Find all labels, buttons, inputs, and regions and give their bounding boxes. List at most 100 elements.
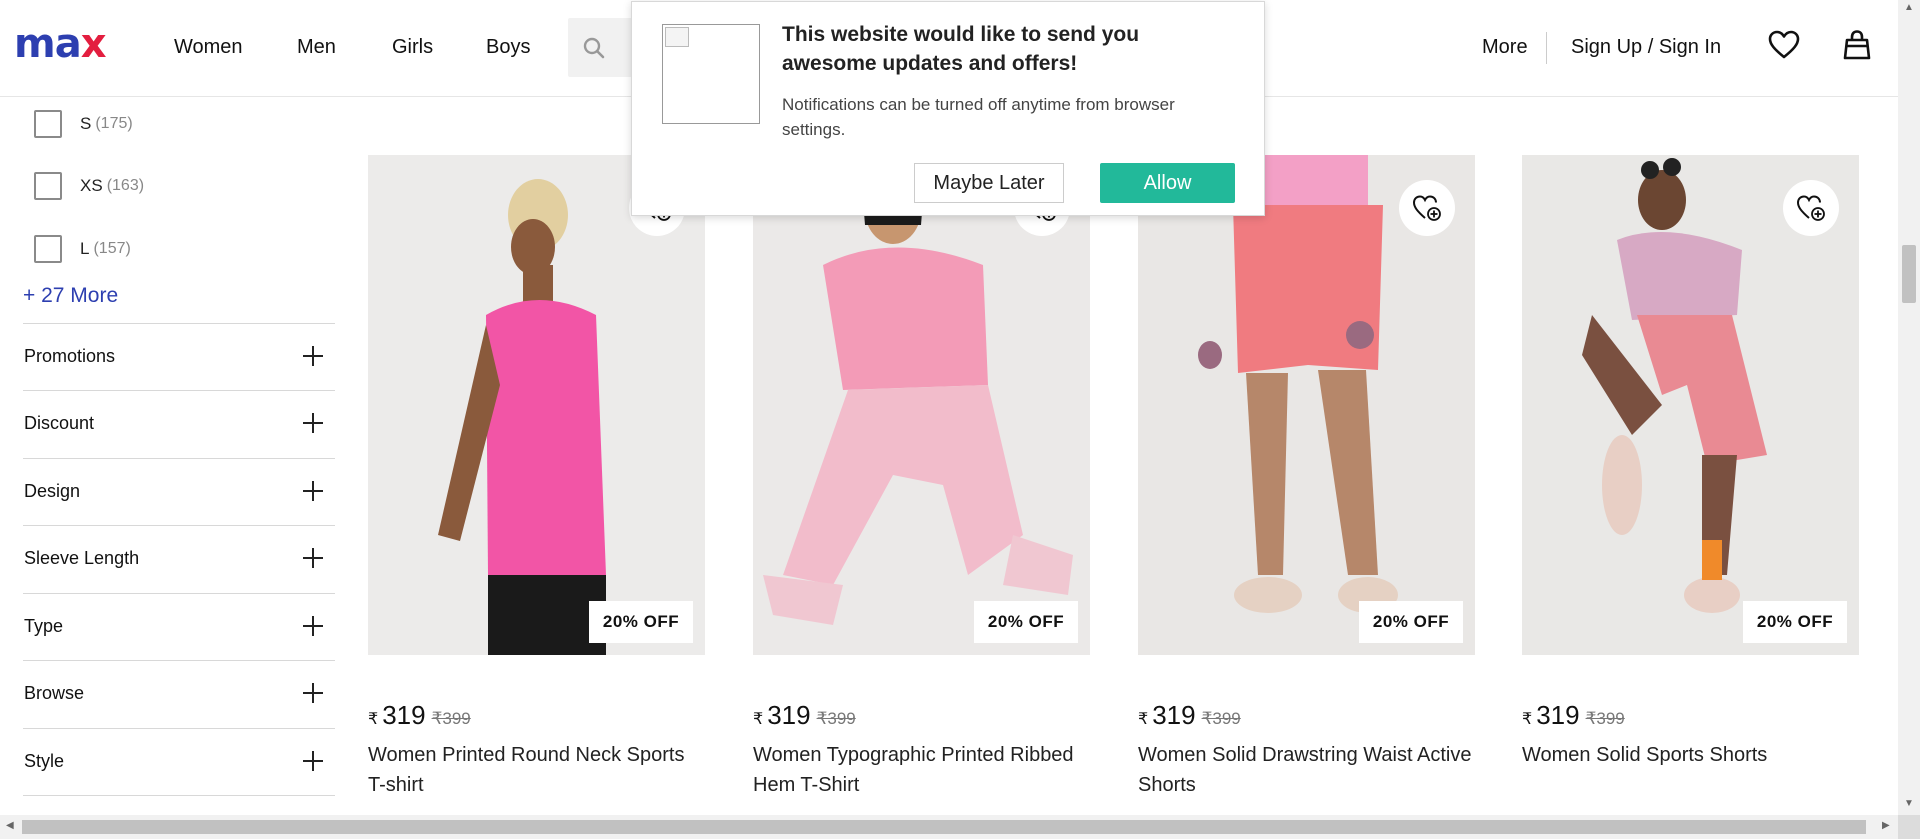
plus-icon[interactable] — [303, 683, 323, 703]
size-label: S — [80, 114, 92, 133]
filter-label: Sleeve Length — [24, 548, 140, 568]
filter-discount[interactable]: Discount — [23, 390, 335, 457]
price: ₹ 319 ₹399 — [368, 700, 471, 731]
filter-label: Type — [24, 616, 64, 636]
filter-label: Style — [24, 751, 65, 771]
plus-icon[interactable] — [303, 346, 323, 366]
vertical-scrollbar[interactable]: ▲ ▼ — [1898, 0, 1920, 815]
horizontal-scrollbar[interactable]: ◀ ▶ — [0, 815, 1898, 839]
broken-image-icon — [662, 24, 760, 124]
product-image[interactable]: 20% OFF — [368, 155, 705, 655]
bag-icon[interactable] — [1843, 29, 1871, 66]
more-menu[interactable]: More — [1482, 36, 1528, 59]
filter-sleeve-length[interactable]: Sleeve Length — [23, 525, 335, 592]
heart-plus-icon — [1796, 195, 1825, 221]
heart-icon[interactable] — [1768, 30, 1800, 65]
allow-button[interactable]: Allow — [1100, 163, 1235, 203]
signin-link[interactable]: Sign Up / Sign In — [1571, 36, 1721, 59]
product-name[interactable]: Women Typographic Printed Ribbed Hem T-S… — [753, 740, 1090, 800]
filter-style[interactable]: Style — [23, 728, 335, 795]
header-divider — [1546, 32, 1547, 64]
sale-price: 319 — [1152, 700, 1196, 730]
popup-title: This website would like to send you awes… — [782, 23, 1140, 75]
plus-icon[interactable] — [303, 616, 323, 636]
product-name[interactable]: Women Solid Sports Shorts — [1522, 740, 1859, 770]
sale-price: 319 — [767, 700, 811, 730]
filter-browse[interactable]: Browse — [23, 660, 335, 727]
filter-design[interactable]: Design — [23, 458, 335, 525]
size-filter-l[interactable]: L (157) — [34, 234, 131, 264]
product-name[interactable]: Women Printed Round Neck Sports T-shirt — [368, 740, 705, 800]
search-icon — [583, 37, 605, 59]
nav-boys[interactable]: Boys — [486, 36, 530, 59]
currency-symbol: ₹ — [1138, 711, 1149, 728]
nav-girls[interactable]: Girls — [392, 36, 433, 59]
checkbox[interactable] — [34, 110, 62, 138]
product-card[interactable]: 20% OFF ₹ 319 ₹399 Women Printed Round N… — [368, 155, 705, 796]
product-card[interactable]: 20% OFF ₹ 319 ₹399 Women Solid Drawstrin… — [1138, 155, 1475, 796]
horizontal-scroll-thumb[interactable] — [22, 820, 1866, 834]
product-name[interactable]: Women Solid Drawstring Waist Active Shor… — [1138, 740, 1475, 800]
product-image[interactable]: 20% OFF — [753, 155, 1090, 655]
product-card[interactable]: 20% OFF ₹ 319 ₹399 Women Typographic Pri… — [753, 155, 1090, 796]
plus-icon[interactable] — [303, 751, 323, 771]
max-logo[interactable]: max — [14, 24, 106, 64]
currency-symbol: ₹ — [1522, 711, 1533, 728]
size-label: L — [80, 239, 90, 258]
discount-badge: 20% OFF — [1743, 601, 1847, 643]
size-label: XS — [80, 176, 103, 195]
sale-price: 319 — [1536, 700, 1580, 730]
filter-label: Browse — [24, 683, 85, 703]
logo-letter-a: a — [54, 21, 82, 67]
filter-label: Promotions — [24, 346, 116, 366]
scroll-down-arrow-icon[interactable]: ▼ — [1904, 798, 1914, 809]
original-price: ₹399 — [816, 709, 856, 728]
maybe-later-button[interactable]: Maybe Later — [914, 163, 1064, 203]
product-card[interactable]: 20% OFF ₹ 319 ₹399 Women Solid Sports Sh… — [1522, 155, 1859, 766]
logo-letter-x: x — [80, 21, 107, 67]
vertical-scroll-thumb[interactable] — [1902, 245, 1916, 303]
scroll-right-arrow-icon[interactable]: ▶ — [1882, 820, 1890, 831]
product-image[interactable]: 20% OFF — [1522, 155, 1859, 655]
filter-type[interactable]: Type — [23, 593, 335, 660]
filter-promotions[interactable]: Promotions — [23, 323, 335, 390]
size-filter-xs[interactable]: XS (163) — [34, 171, 144, 201]
currency-symbol: ₹ — [753, 711, 764, 728]
scrollbar-corner — [1898, 815, 1920, 839]
discount-badge: 20% OFF — [1359, 601, 1463, 643]
plus-icon[interactable] — [303, 548, 323, 568]
checkbox[interactable] — [34, 172, 62, 200]
nav-men[interactable]: Men — [297, 36, 336, 59]
price: ₹ 319 ₹399 — [1138, 700, 1241, 731]
more-sizes-link[interactable]: + 27 More — [23, 284, 118, 308]
discount-badge: 20% OFF — [974, 601, 1078, 643]
scroll-left-arrow-icon[interactable]: ◀ — [6, 820, 14, 831]
size-count: (163) — [106, 177, 145, 194]
heart-plus-icon — [1412, 195, 1441, 221]
size-count: (175) — [95, 115, 133, 132]
size-count: (157) — [93, 240, 131, 257]
size-filter-s[interactable]: S (175) — [34, 109, 133, 139]
scroll-up-arrow-icon[interactable]: ▲ — [1904, 2, 1914, 13]
add-to-wishlist-button[interactable] — [1783, 180, 1839, 236]
product-image[interactable]: 20% OFF — [1138, 155, 1475, 655]
notification-permission-popup: This website would like to send you awes… — [631, 1, 1265, 216]
nav-women[interactable]: Women — [174, 36, 243, 59]
plus-icon[interactable] — [303, 413, 323, 433]
checkbox[interactable] — [34, 235, 62, 263]
plus-icon[interactable] — [303, 481, 323, 501]
discount-badge: 20% OFF — [589, 601, 693, 643]
currency-symbol: ₹ — [368, 711, 379, 728]
original-price: ₹399 — [1201, 709, 1241, 728]
original-price: ₹399 — [431, 709, 471, 728]
price: ₹ 319 ₹399 — [1522, 700, 1625, 731]
original-price: ₹399 — [1585, 709, 1625, 728]
filter-label: Discount — [24, 413, 95, 433]
filter-divider — [23, 795, 335, 815]
logo-letter-m: m — [14, 21, 56, 67]
price: ₹ 319 ₹399 — [753, 700, 856, 731]
popup-message: Notifications can be turned off anytime … — [782, 95, 1175, 139]
filter-label: Design — [24, 481, 81, 501]
sale-price: 319 — [382, 700, 426, 730]
add-to-wishlist-button[interactable] — [1399, 180, 1455, 236]
